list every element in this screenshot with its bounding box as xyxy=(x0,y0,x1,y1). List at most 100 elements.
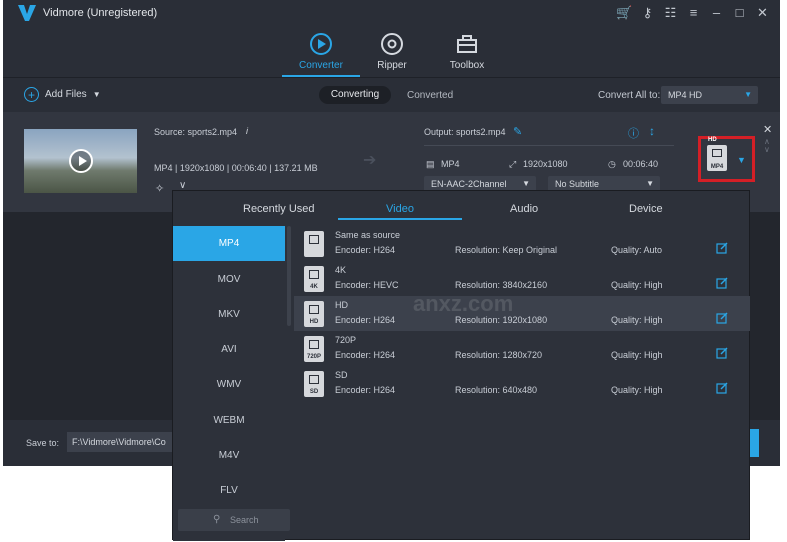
remove-file-icon[interactable]: ✕ xyxy=(763,123,772,136)
chat-icon[interactable]: ☷ xyxy=(663,5,678,20)
preset-resolution: Resolution: 640x480 xyxy=(455,385,538,395)
edit-icon[interactable] xyxy=(716,382,728,394)
preset-name: Same as source xyxy=(335,230,401,240)
preset-resolution: Resolution: 1280x720 xyxy=(455,350,543,360)
ripper-icon xyxy=(381,33,403,55)
trim-icon[interactable]: ✧ xyxy=(155,182,164,195)
converter-icon xyxy=(310,33,332,55)
format-item[interactable]: WMV xyxy=(173,367,285,402)
plus-icon: + xyxy=(24,87,39,102)
close-icon[interactable]: ✕ xyxy=(755,5,770,20)
format-item[interactable]: WEBM xyxy=(173,403,285,438)
maximize-icon[interactable]: □ xyxy=(732,5,747,20)
tab-recently-used[interactable]: Recently Used xyxy=(243,203,315,215)
format-item[interactable]: MKV xyxy=(173,297,285,332)
preset-row[interactable]: SD SD Encoder: H264 Resolution: 640x480 … xyxy=(294,366,750,401)
minimize-icon[interactable]: – xyxy=(709,5,724,20)
format-scrollbar[interactable] xyxy=(287,226,291,326)
preset-name: HD xyxy=(335,300,348,310)
audio-track-value: EN-AAC-2Channel xyxy=(431,179,507,189)
tab-converter-label: Converter xyxy=(299,60,343,71)
mode-tabs: Converter Ripper Toolbox xyxy=(3,32,780,78)
source-name: Source: sports2.mp4 xyxy=(154,127,238,137)
output-name: Output: sports2.mp4 xyxy=(424,127,506,137)
film-icon: ▤ xyxy=(426,159,435,169)
tab-toolbox[interactable]: Toolbox xyxy=(437,32,497,71)
preset-row[interactable]: 4K 4K Encoder: HEVC Resolution: 3840x216… xyxy=(294,261,750,296)
preset-name: 720P xyxy=(335,335,357,345)
edit-icon[interactable] xyxy=(716,242,728,254)
format-popup: Recently Used Video Audio Device MP4 MOV… xyxy=(172,190,750,541)
resolution-icon: ⤢ xyxy=(509,159,517,169)
preset-icon xyxy=(304,231,324,257)
preset-encoder: Encoder: HEVC xyxy=(335,280,399,290)
film-icon xyxy=(712,149,722,157)
move-down-icon[interactable]: ∨ xyxy=(764,145,770,154)
arrow-right-icon: ➔ xyxy=(363,152,377,169)
compare-icon[interactable]: ↕ xyxy=(649,124,655,138)
chevron-down-icon: ▼ xyxy=(744,90,752,99)
tab-converted[interactable]: Converted xyxy=(407,90,453,101)
format-list: MP4 MOV MKV AVI WMV WEBM M4V FLV xyxy=(173,226,285,541)
format-search-input[interactable]: ⚲ Search xyxy=(178,509,290,531)
info-icon[interactable]: i xyxy=(246,126,248,136)
output-resolution: 1920x1080 xyxy=(523,159,568,169)
preset-encoder: Encoder: H264 xyxy=(335,350,396,360)
convert-all-value: MP4 HD xyxy=(668,90,703,100)
format-dropdown-icon[interactable]: ▼ xyxy=(737,155,746,165)
tab-video[interactable]: Video xyxy=(386,203,414,215)
app-title: Vidmore (Unregistered) xyxy=(43,7,158,19)
vidmore-logo-icon xyxy=(18,5,36,21)
format-item[interactable]: M4V xyxy=(173,438,285,473)
preset-quality: Quality: High xyxy=(611,385,663,395)
tab-converting[interactable]: Converting xyxy=(319,86,391,104)
edit-icon[interactable] xyxy=(716,312,728,324)
menu-icon[interactable]: ≡ xyxy=(686,5,701,20)
format-badge: HD xyxy=(708,137,717,143)
tab-toolbox-label: Toolbox xyxy=(449,60,485,71)
preset-row[interactable]: 720P 720P Encoder: H264 Resolution: 1280… xyxy=(294,331,750,366)
preset-icon: 4K xyxy=(304,266,324,292)
preset-list: Same as source Encoder: H264 Resolution:… xyxy=(294,226,750,541)
toolbar: + Add Files ▼ Converting Converted Conve… xyxy=(3,78,780,112)
convert-all-select[interactable]: MP4 HD ▼ xyxy=(661,86,758,104)
edit-icon[interactable] xyxy=(716,277,728,289)
toolbox-icon xyxy=(457,35,477,53)
format-item[interactable]: FLV xyxy=(173,473,285,508)
edit-output-icon[interactable]: ✎ xyxy=(513,125,522,138)
clock-icon: ◷ xyxy=(608,159,616,169)
tab-device[interactable]: Device xyxy=(629,203,663,215)
search-placeholder: Search xyxy=(230,515,259,525)
format-item[interactable]: MP4 xyxy=(173,226,285,261)
preset-quality: Quality: High xyxy=(611,315,663,325)
preset-quality: Quality: Auto xyxy=(611,245,663,255)
preset-resolution: Resolution: Keep Original xyxy=(455,245,558,255)
format-item[interactable]: MOV xyxy=(173,262,285,297)
preset-encoder: Encoder: H264 xyxy=(335,245,396,255)
save-path-field[interactable]: F:\Vidmore\Vidmore\Co xyxy=(67,432,177,452)
cart-icon[interactable]: 🛒 xyxy=(616,5,632,20)
key-icon[interactable]: ⚷ xyxy=(640,5,655,20)
preset-icon: HD xyxy=(304,301,324,327)
video-thumbnail[interactable] xyxy=(24,129,137,193)
preset-encoder: Encoder: H264 xyxy=(335,315,396,325)
tab-audio[interactable]: Audio xyxy=(510,203,538,215)
add-files-button[interactable]: + Add Files ▼ xyxy=(24,87,101,102)
convert-all-label: Convert All to: xyxy=(598,90,661,101)
format-item[interactable]: AVI xyxy=(173,332,285,367)
output-divider xyxy=(424,145,674,146)
preset-row-selected[interactable]: HD HD Encoder: H264 Resolution: 1920x108… xyxy=(294,296,750,331)
window-controls: 🛒 ⚷ ☷ ≡ – □ ✕ xyxy=(616,5,770,21)
preset-name: SD xyxy=(335,370,348,380)
edit-icon[interactable] xyxy=(716,347,728,359)
preset-icon: SD xyxy=(304,371,324,397)
tab-ripper[interactable]: Ripper xyxy=(362,32,422,71)
active-tab-indicator xyxy=(338,218,462,220)
tab-converter[interactable]: Converter xyxy=(291,32,351,71)
preset-row[interactable]: Same as source Encoder: H264 Resolution:… xyxy=(294,226,750,261)
info-circle-icon[interactable]: ⓘ xyxy=(628,125,639,141)
output-duration: 00:06:40 xyxy=(623,159,659,169)
chevron-down-icon[interactable]: ▼ xyxy=(93,90,101,99)
play-icon[interactable] xyxy=(69,149,93,173)
output-format-icon[interactable]: HD MP4 xyxy=(707,137,727,171)
